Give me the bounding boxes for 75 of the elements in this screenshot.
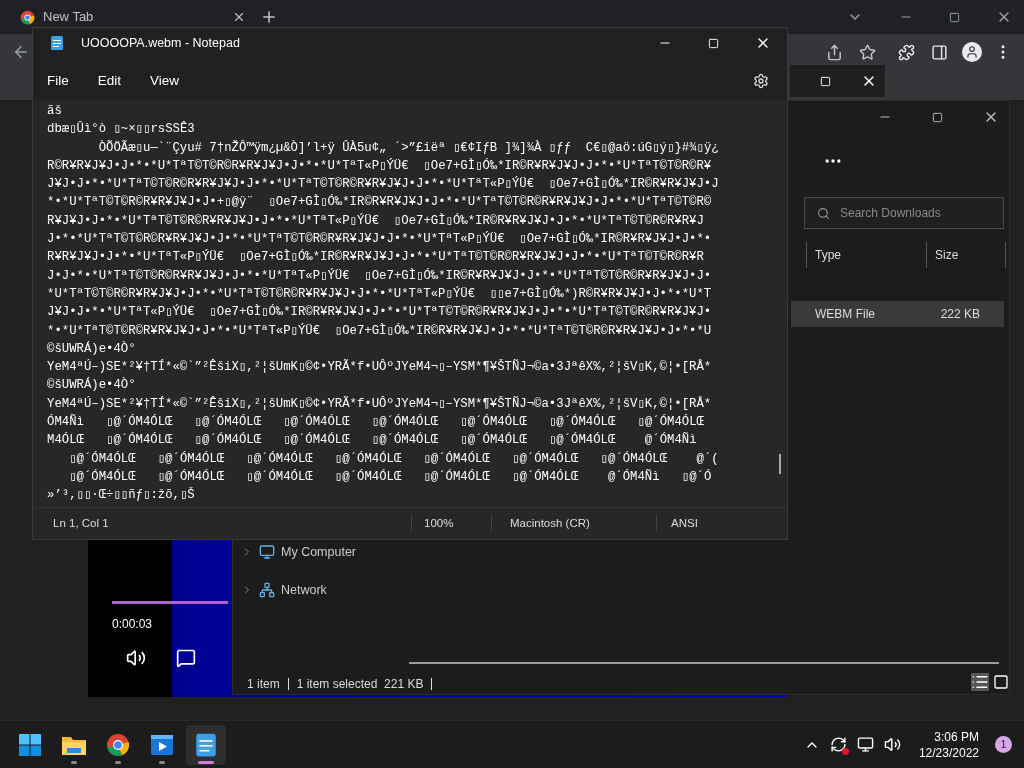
volume-icon[interactable] (126, 648, 146, 668)
notification-badge[interactable]: 1 (995, 736, 1012, 753)
menu-item[interactable]: Edit (87, 70, 132, 92)
network-icon[interactable] (856, 736, 874, 753)
back-icon[interactable] (12, 43, 30, 61)
text-line: J¥J•J•*•*U*TªT«P▯ÝÜ€ ▯Oe7+GÌ▯Ó‰*IR©R¥R¥J¥J•J•*•*U*TªT©T©R©R¥R¥J¥J•J•*•*U*TªT©T©R©R¥R¥J¥J• (47, 303, 712, 322)
restore-icon[interactable] (949, 11, 960, 23)
time-label: 0:00:03 (112, 616, 153, 633)
text-line: ©šUWRÁ)e•4Ò° (47, 340, 136, 358)
clock-time[interactable]: 3:06 PM (934, 728, 979, 745)
text-line: ▯@´ÓM4ÓLŒ ▯@´ÓM4ÓLŒ ▯@´ÓM4ÓLŒ ▯@´ÓM4ÓLŒ ▯@´ÓM4ÓLŒ ▯@´ÓM4ÓLŒ @´ÓM4Ñì ▯@´Ó (68, 468, 712, 486)
text-line: *U*TªT©T©R©R¥R¥J¥J•J•*•*U*TªT©T©R©R¥R¥J¥J•J•*•*U*TªT«P▯ÝÜ€ ▯▯e7+GÌ▯Ó‰*)R©R¥R¥J¥J•J•*•*U*T (47, 285, 712, 303)
text-line: ÓM4Ñì ▯@´ÓM4ÓLŒ ▯@´ÓM4ÓLŒ ▯@´ÓM4ÓLŒ ▯@´ÓM4ÓLŒ ▯@´ÓM4ÓLŒ ▯@´ÓM4ÓLŒ ▯@´ÓM4ÓLŒ (47, 413, 704, 432)
side-panel-icon[interactable] (931, 43, 948, 61)
chrome-icon (106, 732, 130, 757)
chrome-icon (20, 9, 35, 25)
file-size: 222 KB (940, 306, 980, 323)
text-line: *•*U*TªT©T©R©R¥R¥J¥J•J•*•*U*TªT«P▯ÝÜ€ ▯Oe7+GÌ▯Ó‰*IR©R¥R¥J¥J•J•*•*U*TªT©T©R©R¥R¥J¥J•J•*•*U (47, 322, 712, 340)
text-line: R¥J¥J•J•*•*U*TªT©T©R©R¥R¥J¥J•J•*•*U*TªT«P▯ÝÜ€ ▯Oe7+GÌ▯Ó‰*IR©R¥R¥J¥J•J•*•*U*TªT©T©R©R¥R¥J (47, 212, 704, 230)
sync-icon[interactable] (829, 736, 847, 753)
window-title: UOOOOPA.webm - Notepad (81, 34, 241, 52)
status-text: 1 item (247, 676, 280, 693)
menu-item[interactable]: View (140, 70, 190, 92)
file-type: WEBM File (815, 306, 876, 323)
text-area[interactable] (33, 100, 787, 507)
details-view-icon[interactable] (971, 673, 989, 691)
file-row[interactable]: WEBM File 222 KB (791, 301, 1004, 327)
line-ending: Macintosh (CR) (491, 514, 656, 533)
tiles-view-icon[interactable] (993, 674, 1009, 690)
volume-icon[interactable] (883, 736, 901, 753)
text-line: *•*U*TªT©T©R©R¥R¥J¥J•J•+▯@ÿ¨ ▯Oe7+GÌ▯Ó‰*IR©R¥R¥J¥J•J•*•*U*TªT©T©R©R¥R¥J¥J•J•*•*U*TªT©T©R© (47, 193, 712, 212)
menu-item[interactable]: File (37, 70, 79, 92)
cursor-position: Ln 1, Col 1 (52, 515, 110, 531)
text-line: M4ÓLŒ ▯@´ÓM4ÓLŒ ▯@´ÓM4ÓLŒ ▯@´ÓM4ÓLŒ ▯@´ÓM4ÓLŒ ▯@´ÓM4ÓLŒ ▯@´ÓM4ÓLŒ @´ÓM4Ñì (47, 431, 697, 450)
nav-item[interactable]: Network (241, 579, 357, 601)
search-field[interactable]: Search Downloads (804, 197, 1004, 229)
share-icon[interactable] (826, 43, 843, 61)
text-line: J•J•*•*U*TªT©T©R©R¥R¥J¥J•J•*•*U*TªT«P▯ÝÜ€ ▯Oe7+GÌ▯Ó‰*IR©R¥R¥J¥J•J•*•*U*TªT©T©R©R¥R¥J¥J•J• (47, 267, 712, 285)
settings-icon[interactable] (753, 73, 769, 89)
text-line: ãš (47, 103, 62, 120)
column-header[interactable]: Type (806, 242, 926, 268)
zoom-level: 100% (411, 514, 491, 533)
media-player-icon (150, 732, 174, 757)
text-line: dbæ▯Ûì°ò ▯~×▯▯rsSSÊ3 (47, 120, 195, 139)
column-header[interactable]: Size (926, 242, 1006, 268)
new-tab-icon[interactable] (260, 8, 278, 26)
star-icon[interactable] (859, 43, 876, 61)
clock-date[interactable]: 12/23/2022 (918, 744, 979, 761)
text-line: R©R¥R¥J¥J•J•*•*U*TªT©T©R©R¥R¥J¥J•J•*•*U*TªT«P▯ÝÜ€ ▯Oe7+GÌ▯Ó‰*IR©R¥R¥J¥J•J•*•*U*TªT©T©R©R¥ (47, 157, 712, 175)
status-text: 1 item selected 221 KB (296, 676, 424, 693)
profile-avatar[interactable] (962, 42, 982, 62)
text-line: ▯@´ÓM4ÓLŒ ▯@´ÓM4ÓLŒ ▯@´ÓM4ÓLŒ ▯@´ÓM4ÓLŒ ▯@´ÓM4ÓLŒ ▯@´ÓM4ÓLŒ ▯@´ÓM4ÓLŒ @´( (68, 450, 719, 468)
notepad-icon (193, 731, 219, 758)
windows-logo-icon (18, 732, 42, 757)
network-icon (259, 582, 275, 598)
text-line: »’³,▯▯·Œ÷▯▯ñƒ▯:žõ,▯Š (47, 486, 195, 505)
text-line: YeM4ªÚ–)SE*²¥†TÍ*«©`”²ÊšiX▯,²¦šUmK▯©¢•YRÃ*f•UÔºJYeM4¬▯–YSM*¶¥ŠTÑJ¬©a•3JªêX%,²¦šV▯K,©¦•[RÅ* (47, 395, 712, 413)
scrollbar-thumb[interactable] (779, 454, 781, 474)
computer-icon (259, 544, 275, 560)
nav-item[interactable]: My Computer (241, 541, 357, 563)
taskbar-app[interactable] (186, 724, 226, 765)
text-line: R¥R¥J¥J•J•*•*U*TªT«P▯ÝÜ€ ▯Oe7+GÌ▯Ó‰*IR©R¥R¥J¥J•J•*•*U*TªT©T©R©R¥R¥J¥J•J•*•*U*TªT©T©R©R¥R (47, 248, 704, 267)
search-icon (817, 206, 830, 220)
text-line: J•*•*U*TªT©T©R©R¥R¥J¥J•J•*•*U*TªT©T©R©R¥R¥J¥J•J•*•*U*TªT«P▯ÝÜ€ ▯Oe7+GÌ▯Ó‰*IR©R¥R¥J¥J•J•*• (47, 230, 712, 249)
captions-icon[interactable] (176, 648, 196, 668)
text-line: J¥J•J•*•*U*TªT©T©R©R¥R¥J¥J•J•*•*U*TªT©T©R©R¥R¥J¥J•J•*•*U*TªT«P▯ÝÜ€ ▯Oe7+GÌ▯Ó‰*IR©R¥R¥J¥J•J (47, 175, 719, 194)
encoding: ANSI (656, 514, 698, 533)
text-line: YeM4ªÚ–)SE*²¥†TÍ*«©`”²ÊšiX▯,²¦šUmK▯©¢•YRÃ*f•UÔºJYeM4¬▯–YSM*¶¥ŠTÑJ¬©a•3JªêX%,²¦šV▯K,©¦•[RÅ* (47, 358, 712, 377)
tab-title: New Tab (43, 8, 95, 27)
close-icon[interactable] (232, 10, 246, 24)
notepad-icon (49, 35, 65, 51)
text-line: ©šUWRÁ)e•4Ò° (47, 376, 136, 395)
extensions-icon[interactable] (898, 43, 915, 61)
text-line: ÒÕÖÃæ▯u—`¨Çyu# 7†nŽÔ™ÿm¿µ&Ò]’l+ÿ ÛÀ5u¢„ ´>”£iëª ▯€¢IƒB ]¾]¾À ▯ƒƒ C€▯@aö:úG▯ý▯}#¾▯ÿ¿ (97, 139, 719, 157)
maximize-icon[interactable] (932, 111, 943, 123)
